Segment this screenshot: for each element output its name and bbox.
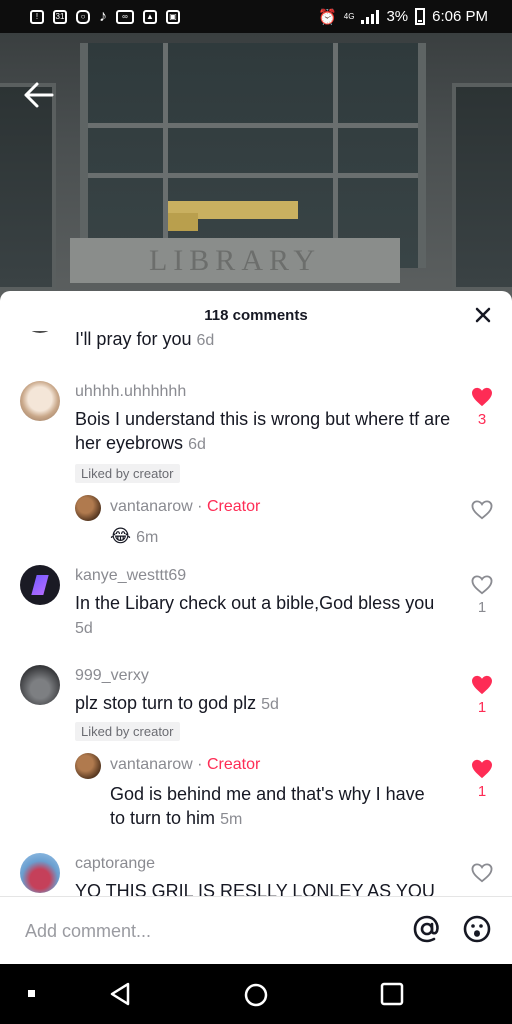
liked-by-creator-badge: Liked by creator bbox=[75, 464, 180, 483]
reply-text: God is behind me and that's why I have t… bbox=[110, 784, 425, 828]
instagram-icon: ○ bbox=[76, 9, 90, 24]
avatar[interactable] bbox=[22, 331, 58, 333]
mention-icon[interactable] bbox=[412, 914, 442, 944]
overview-icon[interactable] bbox=[380, 982, 404, 1006]
comment-text: In the Libary check out a bible,God bles… bbox=[75, 593, 435, 637]
video-background[interactable]: LIBRARY bbox=[0, 33, 512, 303]
like-button[interactable]: 1 bbox=[467, 575, 497, 616]
like-button[interactable] bbox=[467, 500, 497, 520]
comment-input[interactable]: Add comment... bbox=[25, 921, 151, 942]
like-button[interactable]: 1 bbox=[467, 675, 497, 716]
heart-outline-icon bbox=[471, 863, 493, 883]
like-count: 1 bbox=[477, 783, 487, 800]
like-button[interactable]: 3 bbox=[467, 387, 497, 428]
avatar[interactable] bbox=[20, 853, 60, 893]
comment-username[interactable]: 999_verxy bbox=[75, 667, 149, 685]
battery-percent: 3% bbox=[386, 8, 409, 25]
emoji-icon[interactable] bbox=[462, 914, 492, 944]
like-count: 1 bbox=[477, 699, 487, 716]
avatar[interactable] bbox=[20, 381, 60, 421]
avatar[interactable] bbox=[20, 565, 60, 605]
building-window-left bbox=[0, 83, 56, 291]
voicemail-icon: ∞ bbox=[116, 9, 134, 24]
building-window bbox=[80, 43, 426, 268]
like-count: 1 bbox=[477, 599, 487, 616]
back-arrow-icon[interactable] bbox=[22, 80, 56, 110]
comment-input-bar: Add comment... bbox=[0, 896, 512, 964]
signal-icon bbox=[361, 9, 380, 24]
like-button[interactable] bbox=[467, 863, 497, 883]
library-sign: LIBRARY bbox=[70, 238, 400, 283]
back-icon[interactable] bbox=[108, 981, 132, 1007]
building-window-right bbox=[452, 83, 512, 291]
avatar[interactable] bbox=[75, 753, 101, 779]
comments-sheet: 118 comments I'll pray for you 6d uhhhh.… bbox=[0, 291, 512, 964]
home-icon[interactable] bbox=[243, 982, 269, 1008]
lte-icon: 4G bbox=[343, 12, 355, 21]
comment-text: YO THIS GRIL IS RESLLY LONLEY AS YOU bbox=[75, 881, 435, 896]
comments-list[interactable]: I'll pray for you 6d uhhhh.uhhhhhh Bois … bbox=[0, 331, 512, 896]
heart-filled-icon bbox=[472, 759, 492, 779]
close-icon[interactable] bbox=[474, 306, 492, 324]
screenshot-icon: ▣ bbox=[166, 9, 180, 24]
comment-text: plz stop turn to god plz 5d bbox=[75, 693, 279, 713]
comment-text: I'll pray for you 6d bbox=[75, 331, 215, 349]
liked-by-creator-badge: Liked by creator bbox=[75, 722, 180, 741]
avatar[interactable] bbox=[20, 665, 60, 705]
like-count: 3 bbox=[477, 411, 487, 428]
system-nav-bar bbox=[0, 964, 512, 1024]
heart-filled-icon bbox=[472, 675, 492, 695]
comment-username[interactable]: captorange bbox=[75, 855, 155, 873]
reply-text: 😂 6m bbox=[110, 526, 159, 546]
battery-icon bbox=[415, 8, 426, 25]
recents-dot-icon[interactable] bbox=[28, 990, 35, 997]
alert-icon: ! bbox=[30, 9, 44, 24]
comment-username[interactable]: kanye_westtt69 bbox=[75, 567, 186, 585]
gallery-icon: ▲ bbox=[143, 9, 157, 24]
tiktok-icon: ♪ bbox=[99, 7, 107, 25]
like-button[interactable]: 1 bbox=[467, 759, 497, 800]
comment-username[interactable]: uhhhh.uhhhhhh bbox=[75, 383, 186, 401]
creator-tag: Creator bbox=[206, 756, 261, 773]
status-time: 6:06 PM bbox=[432, 8, 488, 25]
heart-filled-icon bbox=[472, 387, 492, 407]
reply-username[interactable]: vantanarow · Creator bbox=[110, 756, 260, 774]
reply-username[interactable]: vantanarow · Creator bbox=[110, 498, 260, 516]
alarm-icon: ⏰ bbox=[318, 8, 337, 26]
heart-outline-icon bbox=[471, 500, 493, 520]
heart-outline-icon bbox=[471, 575, 493, 595]
status-bar: ! 31 ○ ♪ ∞ ▲ ▣ ⏰ 4G 3% 6:06 PM bbox=[0, 0, 512, 33]
comment-text: Bois I understand this is wrong but wher… bbox=[75, 409, 451, 453]
comments-count-title: 118 comments bbox=[204, 307, 308, 324]
calendar-icon: 31 bbox=[53, 9, 67, 24]
creator-tag: Creator bbox=[206, 498, 261, 515]
avatar[interactable] bbox=[75, 495, 101, 521]
